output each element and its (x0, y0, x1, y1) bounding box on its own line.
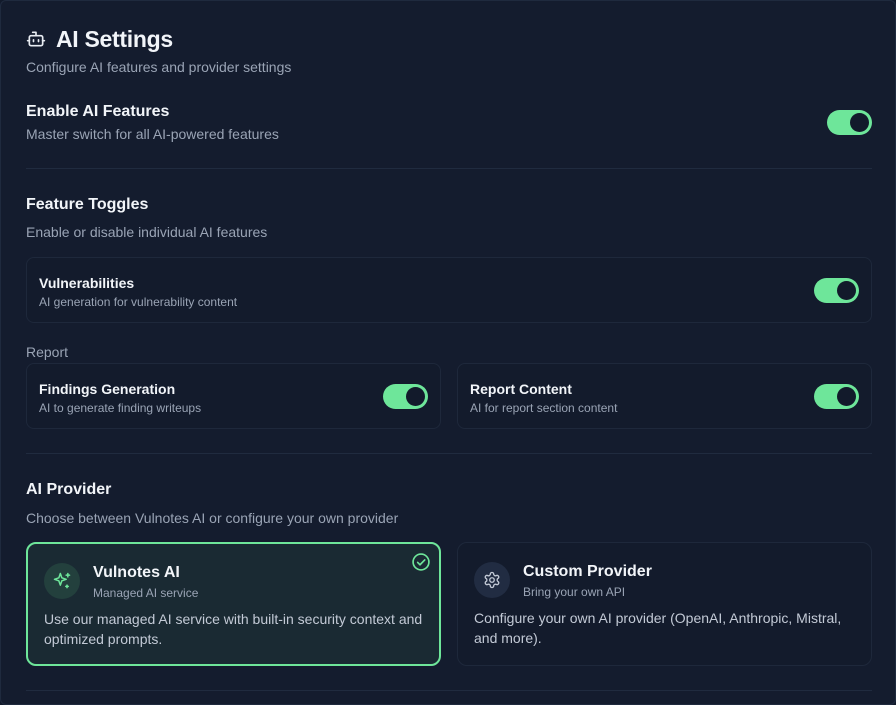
header: AI Settings Configure AI features and pr… (26, 25, 292, 76)
vulnerabilities-toggle[interactable] (814, 278, 859, 303)
feature-toggles-description: Enable or disable individual AI features (26, 224, 268, 240)
provider-icon-container (44, 563, 80, 599)
findings-generation-toggle[interactable] (383, 384, 428, 409)
report-content-card: Report Content AI for report section con… (457, 363, 872, 429)
findings-generation-description: AI to generate finding writeups (39, 401, 202, 415)
sparkles-icon (52, 571, 72, 591)
vulnerabilities-title: Vulnerabilities (39, 275, 135, 291)
provider-description: Use our managed AI service with built-in… (44, 611, 423, 647)
provider-option-vulnotes-ai[interactable]: Vulnotes AI Managed AI service Use our m… (26, 542, 441, 666)
master-switch-toggle[interactable] (827, 110, 872, 135)
toggle-knob (837, 281, 856, 300)
master-switch-title: Enable AI Features (26, 103, 170, 120)
feature-toggles-title: Feature Toggles (26, 196, 149, 213)
toggle-knob (850, 113, 869, 132)
gear-icon (483, 571, 501, 589)
vulnerabilities-card: Vulnerabilities AI generation for vulner… (26, 257, 872, 323)
provider-description: Configure your own AI provider (OpenAI, … (474, 610, 842, 646)
check-circle-icon (411, 552, 431, 572)
provider-option-custom-provider[interactable]: Custom Provider Bring your own API Confi… (457, 542, 872, 666)
vulnerabilities-description: AI generation for vulnerability content (39, 295, 238, 309)
toggle-knob (837, 387, 856, 406)
provider-icon-container (474, 562, 510, 598)
provider-name: Vulnotes AI (93, 564, 180, 581)
ai-provider-description: Choose between Vulnotes AI or configure … (26, 510, 399, 526)
ai-provider-section: AI Provider Choose between Vulnotes AI o… (26, 481, 398, 526)
provider-subtitle: Bring your own API (523, 585, 626, 599)
report-content-description: AI for report section content (470, 401, 618, 415)
title-row: AI Settings (26, 25, 291, 53)
ai-settings-panel: AI Settings Configure AI features and pr… (0, 0, 896, 705)
page-title: AI Settings (56, 25, 173, 52)
provider-subtitle: Managed AI service (93, 586, 199, 600)
ai-provider-title: AI Provider (26, 481, 112, 498)
report-content-title: Report Content (470, 381, 572, 397)
report-content-toggle[interactable] (814, 384, 859, 409)
toggle-knob (406, 387, 425, 406)
master-switch-row: Enable AI Features Master switch for all… (26, 103, 872, 142)
provider-name: Custom Provider (523, 563, 652, 580)
findings-generation-card: Findings Generation AI to generate findi… (26, 363, 441, 429)
report-group-label: Report (26, 344, 69, 360)
master-switch-description: Master switch for all AI-powered feature… (26, 126, 279, 142)
feature-toggles-section: Feature Toggles Enable or disable indivi… (26, 196, 267, 240)
divider (26, 690, 872, 691)
findings-generation-title: Findings Generation (39, 381, 176, 397)
bot-icon (26, 29, 46, 49)
divider (26, 453, 872, 454)
divider (26, 168, 872, 169)
page-subtitle: Configure AI features and provider setti… (26, 59, 292, 75)
